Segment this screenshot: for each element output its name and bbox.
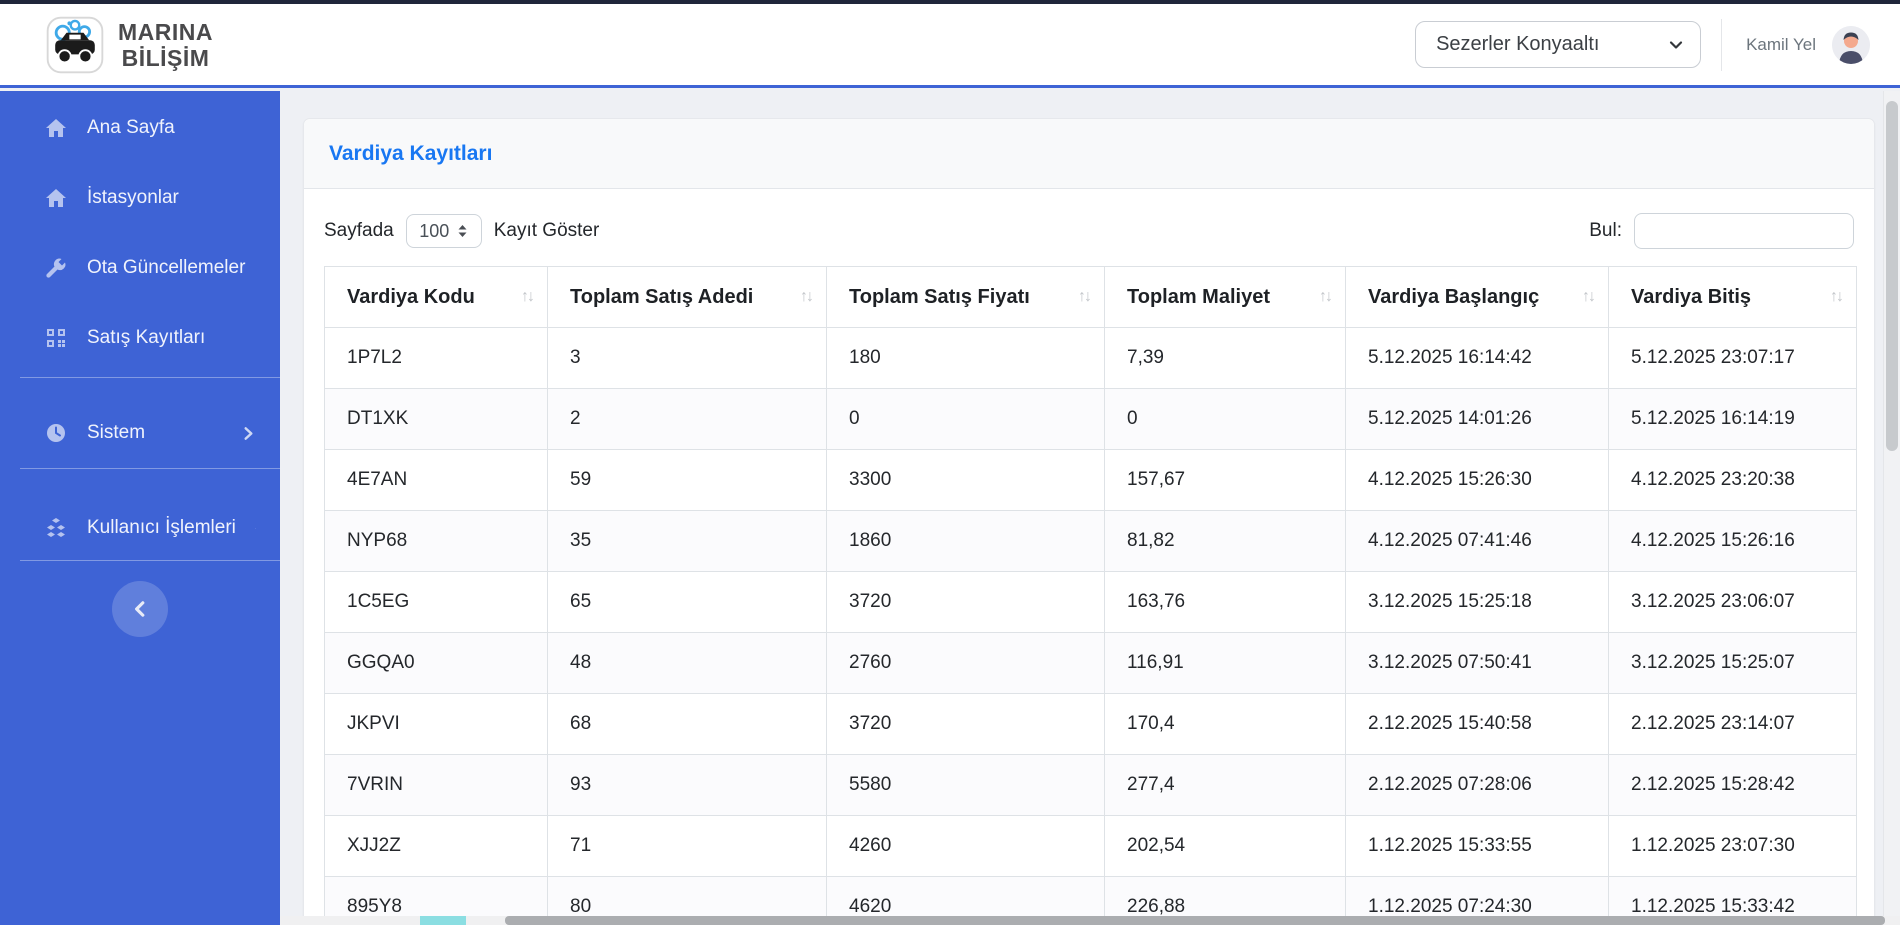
station-select[interactable]: Sezerler Konyaaltı <box>1415 21 1702 68</box>
chevron-left-icon <box>135 601 145 617</box>
sort-icon: ↑↓ <box>521 288 535 305</box>
vertical-scrollbar-thumb[interactable] <box>1886 101 1898 451</box>
sidebar-item-ota-guncellemeler[interactable]: Ota Güncellemeler <box>0 239 280 297</box>
table-row: DT1XK 2 0 0 5.12.2025 14:01:26 5.12.2025 16:1… <box>324 388 1857 450</box>
vardiya-table: Vardiya Kodu ↑↓ Toplam Satış Adedi ↑↓ Topl… <box>324 266 1857 925</box>
horizontal-scrollbar-accent <box>420 916 466 925</box>
clock-icon <box>47 424 65 442</box>
spinner-arrows-icon <box>458 225 467 237</box>
card-header: Vardiya Kayıtları <box>304 119 1874 189</box>
sidebar-divider <box>20 468 280 469</box>
table-row: XJJ2Z 71 4260 202,54 1.12.2025 15:33:55 1.12.… <box>324 815 1857 877</box>
page-size-suffix: Kayıt Göster <box>493 220 600 241</box>
search-input[interactable] <box>1634 213 1854 249</box>
horizontal-scrollbar-thumb[interactable] <box>505 916 1885 925</box>
column-header-vardiya-bitis[interactable]: Vardiya Bitiş ↑↓ <box>1608 266 1857 328</box>
page-size-prefix: Sayfada <box>324 220 394 241</box>
horizontal-scrollbar[interactable] <box>280 916 1900 925</box>
station-select-value: Sezerler Konyaaltı <box>1436 33 1600 55</box>
sort-icon: ↑↓ <box>1582 288 1596 305</box>
sidebar-divider <box>20 560 280 561</box>
page-size-value: 100 <box>419 220 450 241</box>
user-name: Kamil Yel <box>1746 34 1816 54</box>
chevron-right-icon <box>244 426 253 440</box>
chevron-down-icon <box>1669 40 1683 49</box>
search-control: Bul: <box>1589 213 1854 249</box>
card-body: Sayfada 100 Kayıt Göster Bul: Vardiya Ko… <box>304 189 1874 925</box>
cubes-icon <box>47 518 65 537</box>
window-top-strip <box>0 0 1900 4</box>
sidebar-collapse-button[interactable] <box>112 581 168 637</box>
top-navbar: MARINA BİLİŞİM Sezerler Konyaaltı Kamil … <box>0 4 1900 88</box>
column-header-toplam-satis-adedi[interactable]: Toplam Satış Adedi ↑↓ <box>547 266 827 328</box>
column-header-toplam-satis-fiyati[interactable]: Toplam Satış Fiyatı ↑↓ <box>826 266 1105 328</box>
brand-logo[interactable]: MARINA BİLİŞİM <box>42 12 213 78</box>
carwash-logo-icon <box>46 16 104 73</box>
table-row: NYP68 35 1860 81,82 4.12.2025 07:41:46 4.12.2… <box>324 510 1857 572</box>
qr-grid-icon <box>47 329 65 347</box>
sidebar-item-satis-kayitlari[interactable]: Satış Kayıtları <box>0 309 280 367</box>
vertical-scrollbar[interactable] <box>1883 91 1900 925</box>
table-row: GGQA0 48 2760 116,91 3.12.2025 07:50:41 3.12.… <box>324 632 1857 694</box>
table-row: 7VRIN 93 5580 277,4 2.12.2025 07:28:06 2.12.2… <box>324 754 1857 816</box>
page-size-select[interactable]: 100 <box>405 214 482 248</box>
sort-icon: ↑↓ <box>1319 288 1333 305</box>
vardiya-card: Vardiya Kayıtları Sayfada 100 Kayıt Göst… <box>303 118 1875 925</box>
navbar-divider <box>1721 18 1723 71</box>
user-avatar[interactable] <box>1832 25 1870 64</box>
wrench-icon <box>46 258 66 278</box>
sort-icon: ↑↓ <box>1078 288 1092 305</box>
page-title: Vardiya Kayıtları <box>329 141 493 165</box>
table-header-row: Vardiya Kodu ↑↓ Toplam Satış Adedi ↑↓ Topl… <box>324 266 1857 328</box>
column-header-vardiya-kodu[interactable]: Vardiya Kodu ↑↓ <box>324 266 548 328</box>
table-row: 1P7L2 3 180 7,39 5.12.2025 16:14:42 5.12.2025… <box>324 327 1857 389</box>
chevron-right-icon <box>255 527 256 529</box>
sidebar-item-kullanici-islemleri[interactable]: Kullanıcı İşlemleri <box>0 499 280 557</box>
sidebar-divider <box>20 377 280 378</box>
table-row: 4E7AN 59 3300 157,67 4.12.2025 15:26:30 4.12.… <box>324 449 1857 511</box>
brand-line-2: BİLİŞİM <box>121 44 210 71</box>
sidebar-item-sistem[interactable]: Sistem <box>0 404 280 462</box>
table-row: 1C5EG 65 3720 163,76 3.12.2025 15:25:18 3.12.… <box>324 571 1857 633</box>
column-header-vardiya-baslangic[interactable]: Vardiya Başlangıç ↑↓ <box>1345 266 1609 328</box>
sidebar-item-ana-sayfa[interactable]: Ana Sayfa <box>0 99 280 157</box>
table-controls: Sayfada 100 Kayıt Göster Bul: <box>324 213 1854 249</box>
page-size-control: Sayfada 100 Kayıt Göster <box>324 214 599 248</box>
sort-icon: ↑↓ <box>800 288 814 305</box>
home-icon <box>46 189 66 207</box>
table-row: JKPVI 68 3720 170,4 2.12.2025 15:40:58 2.12.2… <box>324 693 1857 755</box>
search-label: Bul: <box>1589 220 1622 241</box>
column-header-toplam-maliyet[interactable]: Toplam Maliyet ↑↓ <box>1104 266 1346 328</box>
sidebar: Ana Sayfa İstasyonlar Ota Güncellemeler … <box>0 91 280 925</box>
main-content: Vardiya Kayıtları Sayfada 100 Kayıt Göst… <box>280 91 1883 925</box>
home-icon <box>46 119 66 137</box>
brand-line-1: MARINA <box>118 18 213 45</box>
sidebar-item-istasyonlar[interactable]: İstasyonlar <box>0 169 280 227</box>
sort-icon: ↑↓ <box>1830 288 1844 305</box>
avatar-illustration-icon <box>1832 25 1870 64</box>
